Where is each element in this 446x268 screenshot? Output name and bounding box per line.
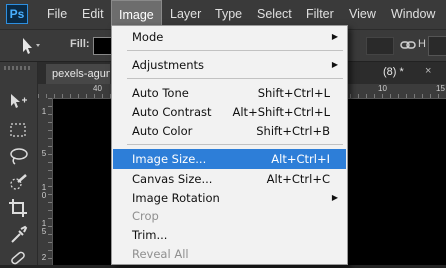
ruler-vertical[interactable]: 1 5 1 0 1 5 2 — [38, 98, 53, 265]
menu-item-label: Reveal All — [132, 247, 189, 261]
menu-item-label: Trim... — [132, 228, 168, 242]
ruler-number: 10 — [378, 84, 387, 93]
menu-item-label: Auto Color — [132, 124, 193, 138]
menu-edit[interactable]: Edit — [82, 0, 104, 29]
close-tab-icon[interactable]: × — [425, 65, 431, 77]
submenu-arrow-icon: ▶ — [331, 60, 338, 69]
menu-window[interactable]: Window — [391, 0, 435, 29]
menu-item-shortcut: Shift+Ctrl+B — [256, 124, 330, 138]
menu-item-label: Image Rotation — [132, 191, 220, 205]
panel-grip[interactable] — [4, 66, 32, 70]
height-label: H — [418, 38, 426, 50]
menu-item-shortcut: Alt+Shift+Ctrl+L — [232, 105, 331, 119]
menu-item-auto-tone[interactable]: Auto Tone Shift+Ctrl+L — [113, 83, 346, 103]
menu-separator — [127, 78, 343, 79]
eyedropper-tool-icon[interactable] — [8, 224, 28, 244]
menu-item-image-size[interactable]: Image Size... Alt+Ctrl+I — [113, 149, 346, 169]
fill-color-swatch[interactable] — [93, 37, 113, 55]
ruler-number: 1 5 — [41, 219, 47, 236]
menu-item-reveal-all: Reveal All — [113, 244, 346, 264]
submenu-arrow-icon: ▶ — [331, 32, 338, 41]
ruler-number: 5 — [41, 149, 47, 158]
path-operations-box[interactable] — [366, 37, 394, 55]
menu-item-label: Mode — [132, 30, 164, 44]
marquee-tool-icon[interactable] — [8, 120, 28, 140]
menu-item-crop: Crop — [113, 206, 346, 226]
tools-panel — [0, 62, 38, 265]
menu-item-label: Canvas Size... — [132, 172, 213, 186]
menu-file[interactable]: File — [47, 0, 67, 29]
menu-item-label: Adjustments — [132, 58, 205, 72]
link-icon[interactable] — [399, 36, 417, 54]
menu-separator — [127, 144, 343, 145]
document-tab[interactable]: pexels-agun — [46, 64, 110, 84]
ruler-number: 2 — [41, 253, 47, 262]
menu-item-shortcut: Alt+Ctrl+I — [271, 152, 330, 166]
move-tool-icon[interactable] — [8, 92, 28, 112]
height-input[interactable] — [428, 36, 446, 56]
photoshop-logo: Ps — [6, 4, 28, 24]
menu-item-auto-contrast[interactable]: Auto Contrast Alt+Shift+Ctrl+L — [113, 102, 346, 122]
menu-item-mode[interactable]: Mode ▶ — [113, 27, 346, 47]
path-select-icon — [23, 38, 40, 54]
ruler-number: 1 0 — [41, 183, 47, 200]
menu-item-label: Crop — [132, 209, 159, 223]
lasso-tool-icon[interactable] — [8, 146, 28, 166]
quick-selection-tool-icon[interactable] — [8, 172, 28, 192]
document-tab-2-title[interactable]: (8) * — [383, 66, 404, 78]
menu-item-trim[interactable]: Trim... — [113, 225, 346, 245]
menu-item-label: Auto Tone — [132, 86, 189, 100]
submenu-arrow-icon: ▶ — [331, 193, 338, 202]
menu-item-label: Auto Contrast — [132, 105, 212, 119]
menu-item-canvas-size[interactable]: Canvas Size... Alt+Ctrl+C — [113, 169, 346, 189]
menu-item-image-rotation[interactable]: Image Rotation ▶ — [113, 188, 346, 208]
menu-item-adjustments[interactable]: Adjustments ▶ — [113, 55, 346, 75]
ruler-number: 1 — [41, 107, 47, 116]
menu-item-auto-color[interactable]: Auto Color Shift+Ctrl+B — [113, 121, 346, 141]
menu-item-label: Image Size... — [132, 152, 207, 166]
crop-tool-icon[interactable] — [8, 198, 28, 218]
healing-brush-tool-icon[interactable] — [8, 248, 28, 268]
menu-item-shortcut: Alt+Ctrl+C — [266, 172, 330, 186]
menu-separator — [127, 50, 343, 51]
ruler-number: 40 — [93, 84, 102, 93]
menu-item-shortcut: Shift+Ctrl+L — [257, 86, 330, 100]
fill-label: Fill: — [70, 38, 90, 50]
menu-view[interactable]: View — [349, 0, 376, 29]
ruler-number: 15 — [436, 84, 445, 93]
image-menu-dropdown: Mode ▶ Adjustments ▶ Auto Tone Shift+Ctr… — [111, 25, 348, 265]
tool-preset-picker[interactable] — [5, 34, 45, 56]
